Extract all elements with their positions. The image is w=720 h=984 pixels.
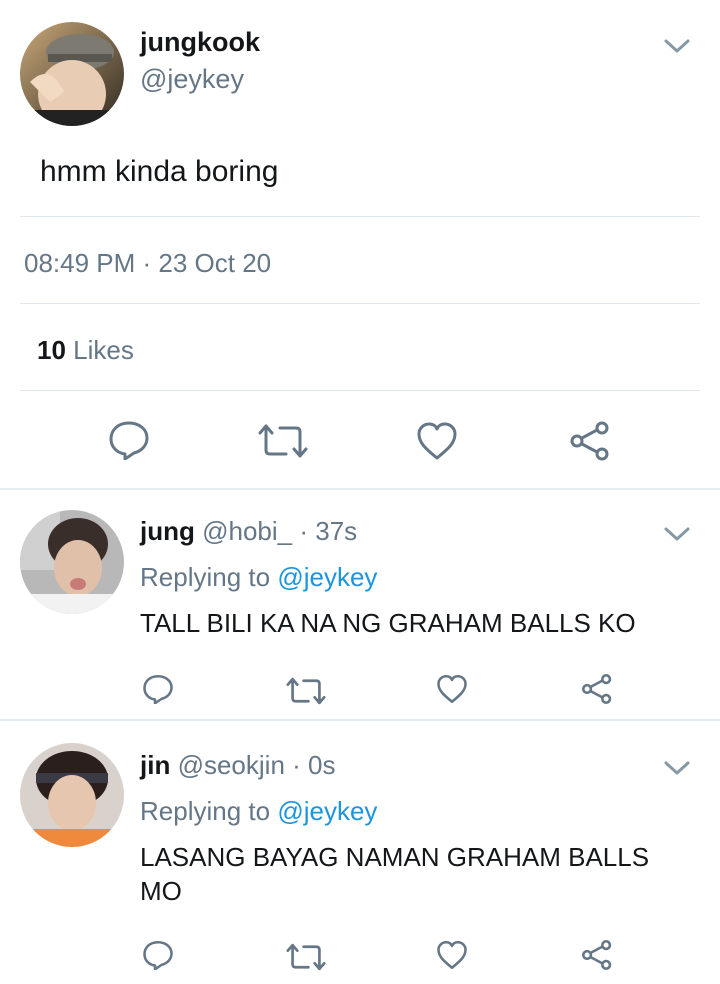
avatar[interactable] xyxy=(20,743,124,847)
reply-text: TALL BILI KA NA NG GRAHAM BALLS KO xyxy=(140,608,636,638)
share-icon[interactable] xyxy=(580,673,614,705)
chevron-down-icon[interactable] xyxy=(662,36,692,56)
reply-author-name[interactable]: jung xyxy=(140,516,195,546)
chevron-down-icon[interactable] xyxy=(662,524,692,544)
likes-count: 10 xyxy=(37,335,66,365)
tweet-timestamp: 08:49 PM · 23 Oct 20 xyxy=(24,248,272,278)
likes-stat[interactable]: 10 Likes xyxy=(37,335,134,366)
like-icon[interactable] xyxy=(436,674,468,704)
share-icon[interactable] xyxy=(580,939,614,971)
section-divider xyxy=(0,488,720,490)
reply-icon[interactable] xyxy=(142,940,174,970)
retweet-icon[interactable] xyxy=(286,676,326,706)
avatar[interactable] xyxy=(20,22,124,126)
divider xyxy=(20,390,700,391)
reply-header: jin @seokjin · 0s xyxy=(140,750,335,781)
replying-to: Replying to @jeykey xyxy=(140,562,377,593)
like-icon[interactable] xyxy=(416,421,458,461)
reply-author-handle[interactable]: @seokjin xyxy=(178,750,285,780)
tweet-text: hmm kinda boring xyxy=(40,155,279,188)
replying-to: Replying to @jeykey xyxy=(140,796,377,827)
avatar[interactable] xyxy=(20,510,124,614)
share-icon[interactable] xyxy=(568,420,612,462)
reply-text-line-1: LASANG BAYAG NAMAN GRAHAM BALLS xyxy=(140,842,650,872)
reply-time: · 0s xyxy=(292,750,336,780)
reply-icon[interactable] xyxy=(108,420,150,460)
reply-text-line-2: MO xyxy=(140,876,182,906)
reply-header: jung @hobi_ · 37s xyxy=(140,516,357,547)
chevron-down-icon[interactable] xyxy=(662,758,692,778)
section-divider xyxy=(0,719,720,721)
main-author-handle[interactable]: @jeykey xyxy=(140,64,244,95)
replying-to-link[interactable]: @jeykey xyxy=(277,796,377,826)
reply-icon[interactable] xyxy=(142,674,174,704)
replying-to-label: Replying to xyxy=(140,562,271,592)
replying-to-link[interactable]: @jeykey xyxy=(277,562,377,592)
replying-to-label: Replying to xyxy=(140,796,271,826)
likes-label: Likes xyxy=(73,335,134,365)
reply-time: · 37s xyxy=(299,516,358,546)
reply-author-handle[interactable]: @hobi_ xyxy=(202,516,292,546)
like-icon[interactable] xyxy=(436,940,468,970)
retweet-icon[interactable] xyxy=(258,422,308,460)
main-author-name[interactable]: jungkook xyxy=(140,27,260,58)
reply-author-name[interactable]: jin xyxy=(140,750,170,780)
retweet-icon[interactable] xyxy=(286,942,326,972)
divider xyxy=(20,303,700,304)
divider xyxy=(20,216,700,217)
